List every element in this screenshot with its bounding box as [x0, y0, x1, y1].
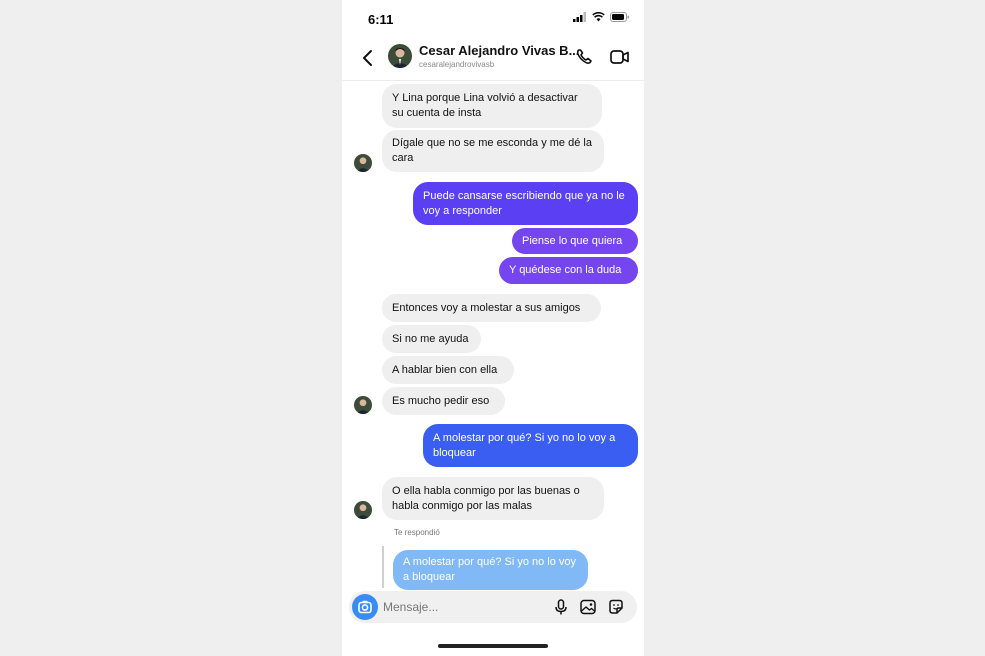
contact-username: cesaralejandrovivasb	[419, 60, 495, 69]
camera-button[interactable]	[352, 594, 378, 620]
battery-icon	[610, 12, 630, 22]
wifi-icon	[592, 12, 605, 22]
message-input[interactable]	[383, 597, 533, 617]
message-incoming[interactable]: Entonces voy a molestar a sus amigos	[382, 294, 601, 322]
status-time: 6:11	[368, 12, 394, 27]
status-bar: 6:11	[342, 0, 644, 38]
message-incoming[interactable]: A hablar bien con ella	[382, 356, 514, 384]
microphone-icon[interactable]	[552, 598, 570, 616]
contact-avatar[interactable]	[388, 44, 412, 68]
contact-name[interactable]: Cesar Alejandro Vivas B...	[419, 43, 579, 58]
signal-icon	[573, 12, 586, 22]
reply-label: Te respondió	[394, 528, 440, 537]
message-incoming[interactable]: Si no me ayuda	[382, 325, 481, 353]
back-arrow-icon[interactable]	[360, 47, 376, 69]
message-outgoing[interactable]: Puede cansarse escribiendo que ya no le …	[413, 182, 638, 225]
message-outgoing[interactable]: Y quédese con la duda	[499, 257, 638, 284]
phone-call-icon[interactable]	[574, 47, 594, 67]
chat-header: Cesar Alejandro Vivas B... cesaralejandr…	[342, 38, 644, 81]
sender-avatar[interactable]	[354, 396, 372, 414]
message-incoming[interactable]: Es mucho pedir eso	[382, 387, 505, 415]
phone-screen: 6:11 Cesar Alejandro Vivas B... cesarale…	[342, 0, 644, 656]
message-incoming[interactable]: Dígale que no se me esconda y me dé la c…	[382, 130, 604, 172]
video-call-icon[interactable]	[609, 47, 631, 67]
home-indicator[interactable]	[438, 644, 548, 648]
sticker-icon[interactable]	[607, 598, 625, 616]
message-incoming[interactable]: Y Lina porque Lina volvió a desactivar s…	[382, 84, 602, 128]
status-icons	[573, 12, 630, 22]
camera-icon	[358, 600, 372, 614]
message-incoming[interactable]: O ella habla conmigo por las buenas o ha…	[382, 477, 604, 520]
quoted-message[interactable]: A molestar por qué? Si yo no lo voy a bl…	[393, 550, 588, 590]
sender-avatar[interactable]	[354, 501, 372, 519]
message-outgoing[interactable]: Piense lo que quiera	[512, 228, 638, 254]
sender-avatar[interactable]	[354, 154, 372, 172]
gallery-icon[interactable]	[579, 598, 597, 616]
message-outgoing[interactable]: A molestar por qué? Si yo no lo voy a bl…	[423, 424, 638, 467]
message-composer	[349, 591, 637, 623]
reply-indicator-bar	[382, 546, 384, 588]
